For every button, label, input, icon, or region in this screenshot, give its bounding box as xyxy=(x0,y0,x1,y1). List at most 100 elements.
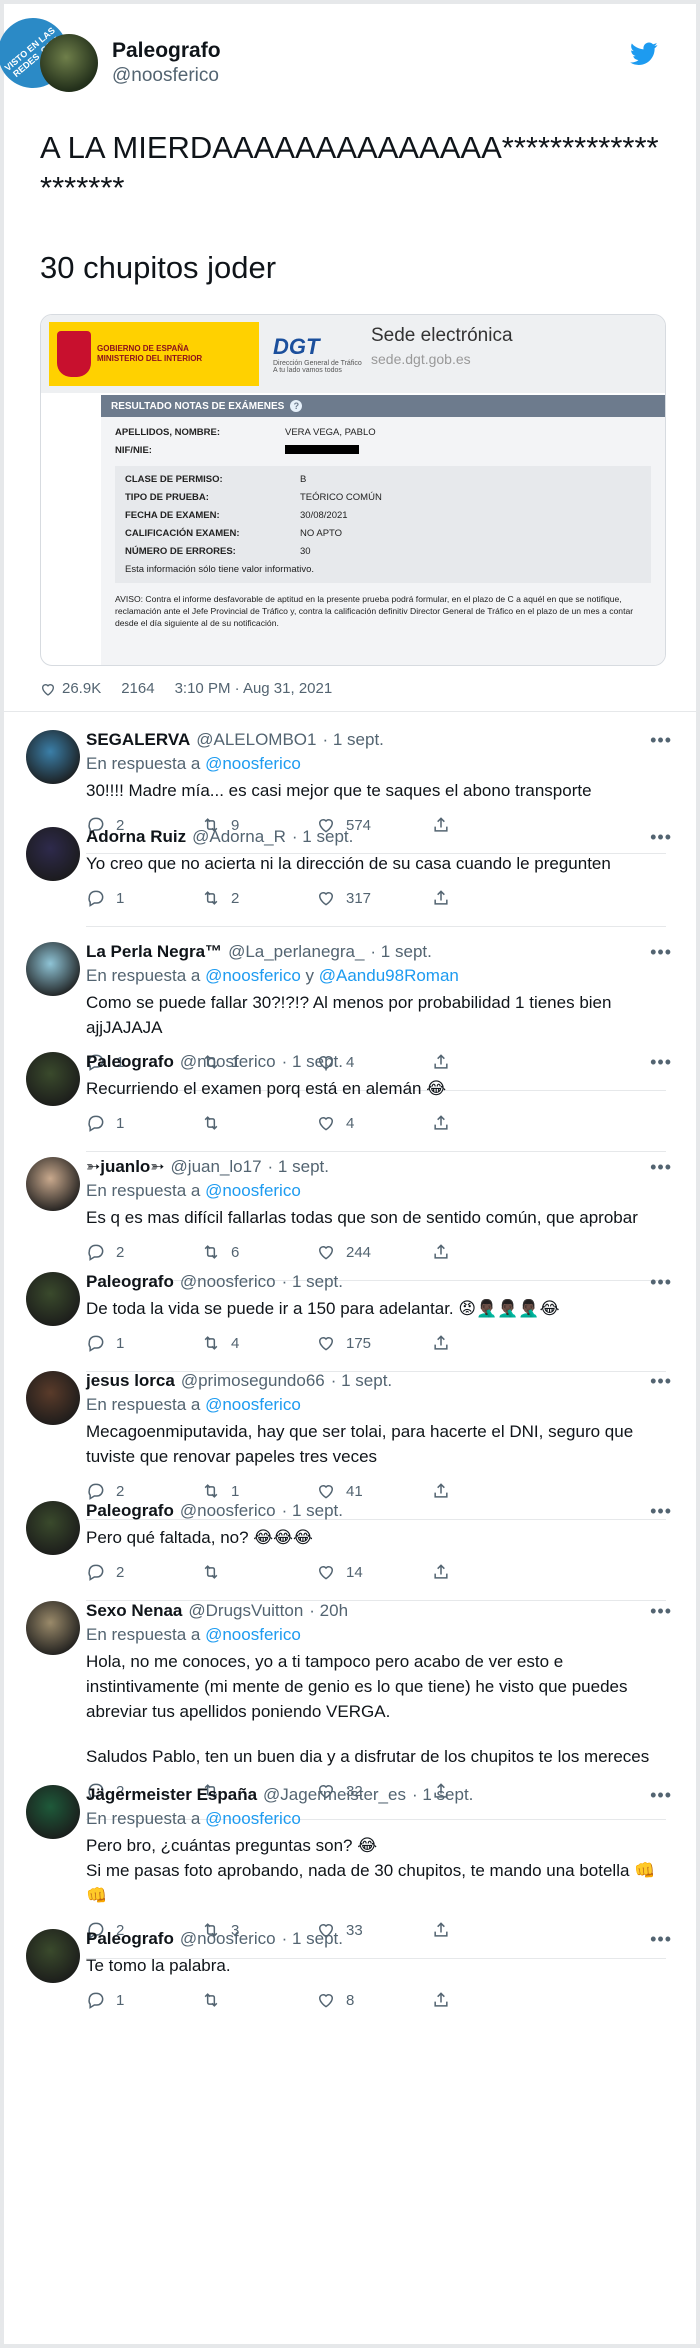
author-name[interactable]: SEGALERVA xyxy=(86,730,190,750)
avatar[interactable] xyxy=(40,34,98,92)
reply-date[interactable]: · 1 sept. xyxy=(268,1157,329,1177)
author-handle[interactable]: @Jagermeister_es xyxy=(263,1785,406,1805)
mention-link[interactable]: @noosferico xyxy=(205,1181,301,1200)
author-handle[interactable]: @La_perlanegra_ xyxy=(228,942,364,962)
avatar[interactable] xyxy=(26,827,80,881)
reply-date[interactable]: · 1 sept. xyxy=(292,827,353,847)
author-name[interactable]: Paleografo xyxy=(86,1272,174,1292)
like-button[interactable]: 41 xyxy=(316,1481,431,1501)
avatar[interactable] xyxy=(26,730,80,784)
avatar[interactable] xyxy=(26,1371,80,1425)
reply-date[interactable]: · 1 sept. xyxy=(282,1272,343,1292)
author-handle[interactable]: @ALELOMBO1 xyxy=(196,730,316,750)
reply-date[interactable]: · 1 sept. xyxy=(282,1052,343,1072)
reply-button[interactable]: 1 xyxy=(86,888,201,908)
reply-date[interactable]: · 1 sept. xyxy=(282,1501,343,1521)
more-dots-icon[interactable]: ••• xyxy=(650,1272,672,1293)
reply-date[interactable]: · 20h xyxy=(309,1601,348,1621)
avatar[interactable] xyxy=(26,1785,80,1839)
share-button[interactable] xyxy=(431,1481,546,1501)
avatar[interactable] xyxy=(26,942,80,996)
reply-tweet[interactable]: ••• Adorna Ruiz @Adorna_R · 1 sept. Yo creo … xyxy=(4,827,696,927)
author-name[interactable]: ➳juanlo➳ xyxy=(86,1157,165,1177)
reply-tweet[interactable]: ••• Paleografo @noosferico · 1 sept. Recurri… xyxy=(4,1052,696,1152)
like-stat[interactable]: 26.9K xyxy=(40,680,101,697)
reply-tweet[interactable]: ••• Paleografo @noosferico · 1 sept. De toda… xyxy=(4,1272,696,1372)
author-name[interactable]: Sexo Nenaa xyxy=(86,1601,182,1621)
like-button[interactable]: 14 xyxy=(316,1562,431,1582)
like-button[interactable]: 317 xyxy=(316,888,431,908)
more-dots-icon[interactable]: ••• xyxy=(650,1157,672,1178)
more-dots-icon[interactable]: ••• xyxy=(650,1929,672,1950)
reply-tweet[interactable]: ••• ➳juanlo➳ @juan_lo17 · 1 sept. En respues… xyxy=(4,1157,696,1281)
author-handle[interactable]: @noosferico xyxy=(180,1272,276,1292)
author-name[interactable]: Paleografo xyxy=(86,1052,174,1072)
attached-image[interactable]: GOBIERNO DE ESPAÑA MINISTERIO DEL INTERI… xyxy=(40,314,666,666)
author-name[interactable]: Paleografo xyxy=(86,1501,174,1521)
share-button[interactable] xyxy=(431,1113,546,1133)
more-dots-icon[interactable]: ••• xyxy=(650,1601,672,1622)
reply-date[interactable]: · 1 sept. xyxy=(331,1371,392,1391)
more-dots-icon[interactable]: ••• xyxy=(650,827,672,848)
author-handle[interactable]: @Adorna_R xyxy=(192,827,286,847)
reply-date[interactable]: · 1 sept. xyxy=(322,730,383,750)
retweet-button[interactable]: 1 xyxy=(201,1481,316,1501)
more-dots-icon[interactable]: ••• xyxy=(650,1501,672,1522)
avatar[interactable] xyxy=(26,1272,80,1326)
more-dots-icon[interactable]: ••• xyxy=(650,942,672,963)
author-handle[interactable]: @noosferico xyxy=(112,65,221,87)
retweet-button[interactable] xyxy=(201,1113,316,1133)
retweet-button[interactable] xyxy=(201,1562,316,1582)
reply-date[interactable]: · 1 sept. xyxy=(370,942,431,962)
reply-date[interactable]: · 1 sept. xyxy=(282,1929,343,1949)
avatar[interactable] xyxy=(26,1501,80,1555)
retweet-button[interactable] xyxy=(201,1990,316,2010)
avatar[interactable] xyxy=(26,1601,80,1655)
more-dots-icon[interactable]: ••• xyxy=(650,730,672,751)
share-button[interactable] xyxy=(431,1333,546,1353)
reply-tweet[interactable]: ••• Paleografo @noosferico · 1 sept. Te tomo… xyxy=(4,1929,696,2010)
mention-link[interactable]: @noosferico xyxy=(205,1395,301,1414)
share-button[interactable] xyxy=(431,1242,546,1262)
like-button[interactable]: 175 xyxy=(316,1333,431,1353)
author-name[interactable]: Adorna Ruiz xyxy=(86,827,186,847)
mention-link[interactable]: @noosferico xyxy=(205,1625,301,1644)
share-button[interactable] xyxy=(431,888,546,908)
retweet-button[interactable]: 6 xyxy=(201,1242,316,1262)
share-button[interactable] xyxy=(431,1990,546,2010)
twitter-bird-icon[interactable] xyxy=(630,42,658,66)
author-name[interactable]: La Perla Negra™ xyxy=(86,942,222,962)
more-dots-icon[interactable]: ••• xyxy=(650,1785,672,1806)
reply-tweet[interactable]: ••• jesus lorca @primosegundo66 · 1 sept. En… xyxy=(4,1371,696,1520)
like-button[interactable]: 8 xyxy=(316,1990,431,2010)
retweet-button[interactable]: 4 xyxy=(201,1333,316,1353)
reply-button[interactable]: 1 xyxy=(86,1990,201,2010)
avatar[interactable] xyxy=(26,1929,80,1983)
like-button[interactable]: 4 xyxy=(316,1113,431,1133)
more-dots-icon[interactable]: ••• xyxy=(650,1052,672,1073)
reply-button[interactable]: 2 xyxy=(86,1242,201,1262)
tweet-timestamp[interactable]: 3:10 PM · Aug 31, 2021 xyxy=(175,680,333,697)
retweet-button[interactable]: 2 xyxy=(201,888,316,908)
author-name[interactable]: Paleografo xyxy=(112,39,221,63)
retweet-count[interactable]: 2164 xyxy=(121,680,154,697)
author-handle[interactable]: @DrugsVuitton xyxy=(188,1601,303,1621)
avatar[interactable] xyxy=(26,1157,80,1211)
author-handle[interactable]: @primosegundo66 xyxy=(181,1371,325,1391)
more-dots-icon[interactable]: ••• xyxy=(650,1371,672,1392)
mention-link[interactable]: @noosferico xyxy=(205,754,301,773)
reply-button[interactable]: 2 xyxy=(86,1481,201,1501)
author-name[interactable]: Jägermeister España xyxy=(86,1785,257,1805)
mention-link-2[interactable]: @Aandu98Roman xyxy=(319,966,459,985)
reply-tweet[interactable]: ••• Paleografo @noosferico · 1 sept. Pero qu… xyxy=(4,1501,696,1601)
reply-button[interactable]: 2 xyxy=(86,1562,201,1582)
author-handle[interactable]: @noosferico xyxy=(180,1501,276,1521)
author-handle[interactable]: @noosferico xyxy=(180,1929,276,1949)
author-handle[interactable]: @noosferico xyxy=(180,1052,276,1072)
author-handle[interactable]: @juan_lo17 xyxy=(171,1157,262,1177)
avatar[interactable] xyxy=(26,1052,80,1106)
mention-link[interactable]: @noosferico xyxy=(205,1809,301,1828)
share-button[interactable] xyxy=(431,1562,546,1582)
reply-button[interactable]: 1 xyxy=(86,1333,201,1353)
reply-button[interactable]: 1 xyxy=(86,1113,201,1133)
